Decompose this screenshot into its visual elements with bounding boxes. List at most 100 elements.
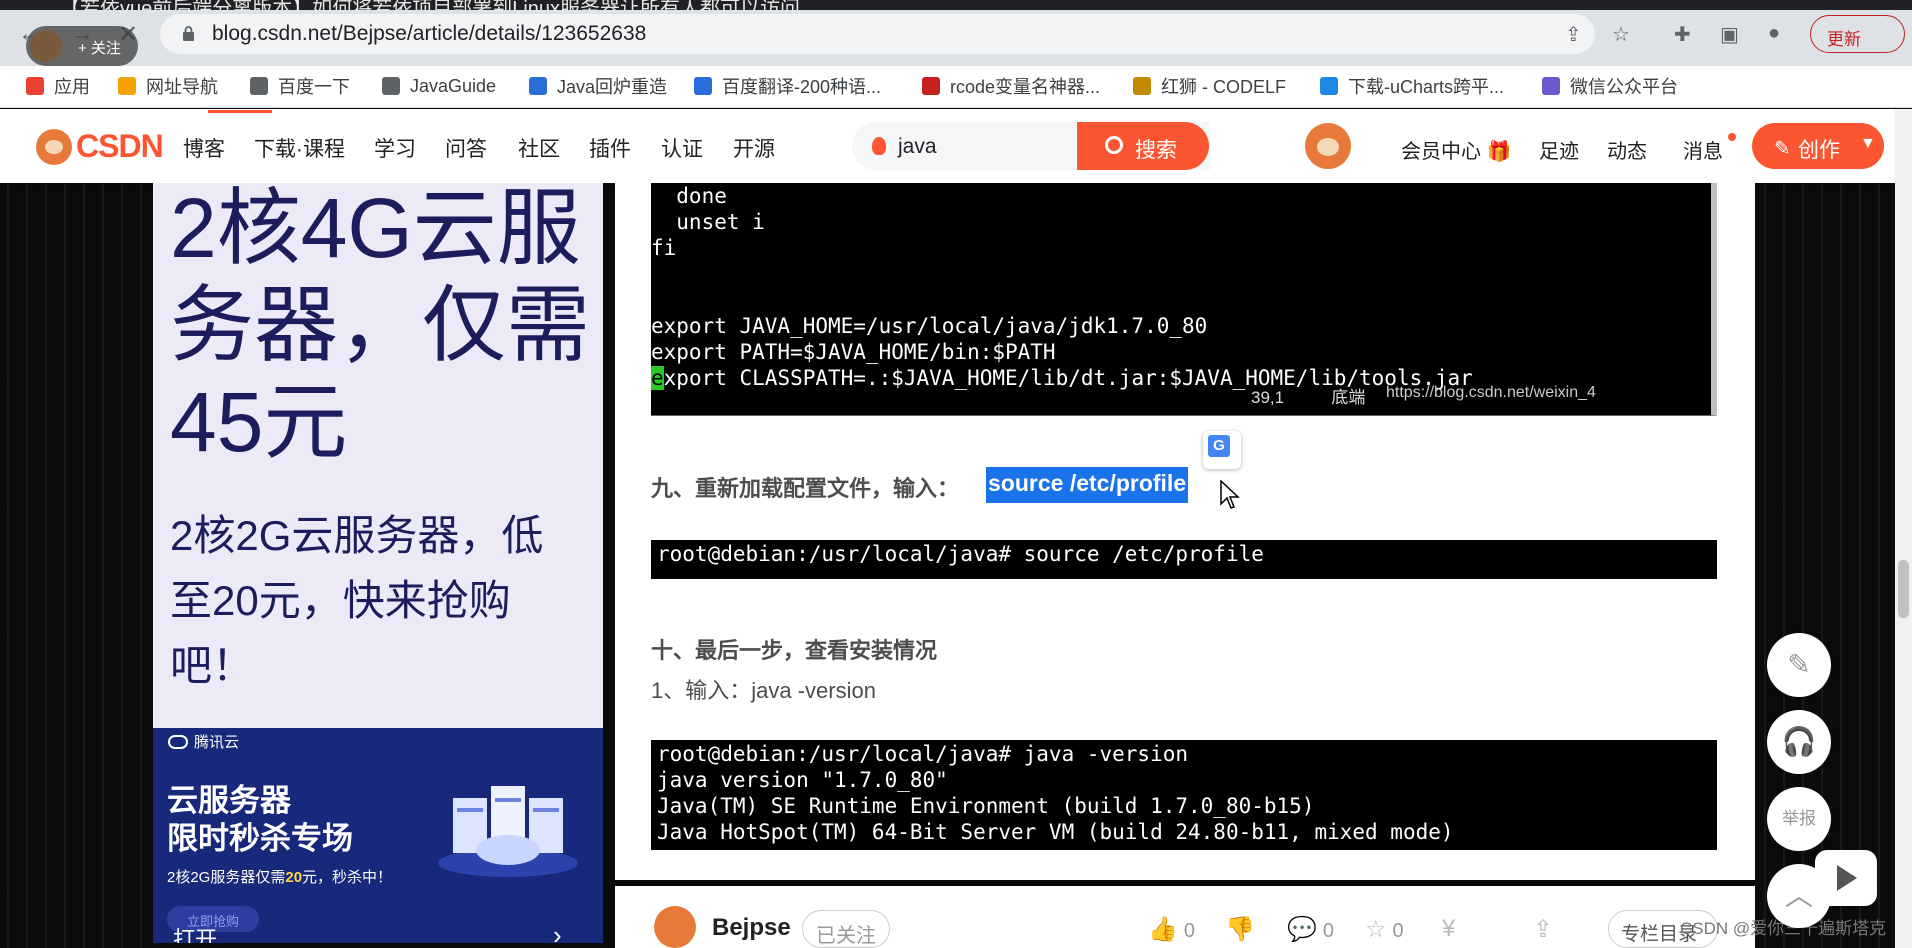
bookmark-item[interactable]: 网址导航	[118, 73, 218, 99]
follow-pill[interactable]: + 关注	[26, 26, 138, 66]
comment-button[interactable]: 💬 0	[1287, 915, 1334, 944]
bookmark-item[interactable]: Java回炉重造	[529, 73, 667, 99]
bookmark-item[interactable]: JavaGuide	[382, 73, 496, 99]
csdn-logo[interactable]: CSDN	[36, 128, 164, 165]
update-button[interactable]: 更新	[1810, 15, 1905, 53]
hot-flame-icon	[872, 137, 886, 155]
avatar	[30, 30, 62, 62]
comment-icon: 💬	[1287, 916, 1317, 943]
bookmark-item[interactable]: 红狮 - CODELF	[1133, 73, 1286, 99]
bookmark-favicon-icon	[922, 77, 940, 95]
edit-float-button[interactable]: ✎	[1767, 633, 1831, 697]
author-name[interactable]: Bejpse	[712, 914, 791, 942]
terminal-screenshot-profile: done unset i fi export JAVA_HOME=/usr/loc…	[651, 183, 1717, 416]
bookmark-label: 网址导航	[146, 77, 218, 97]
right-nav-item[interactable]: 会员中心 🎁	[1401, 135, 1511, 164]
scrollbar-thumb[interactable]	[1898, 560, 1909, 618]
translate-icon[interactable]	[1203, 431, 1241, 469]
page-scrollbar[interactable]	[1895, 109, 1912, 948]
sidepanel-icon[interactable]: ▣	[1720, 22, 1739, 47]
ad-headline[interactable]: 2核4G云服务器，仅需45元	[170, 180, 590, 471]
search-button[interactable]: 搜索	[1077, 122, 1209, 170]
nav-item[interactable]: 学习	[374, 133, 416, 163]
tencent-ad[interactable]: 腾讯云 云服务器 限时秒杀专场 2核2G服务器仅需20元，秒杀中！ 立即抢购 打开…	[153, 728, 603, 943]
url-text[interactable]: blog.csdn.net/Bejpse/article/details/123…	[212, 22, 646, 46]
nav-item[interactable]: 博客	[183, 133, 225, 163]
tencent-cloud-logo: 腾讯云	[168, 731, 239, 752]
chevron-right-icon[interactable]: ›	[553, 920, 562, 943]
terminal-line: java version "1.7.0_80"	[657, 768, 948, 792]
share-icon[interactable]: ⇪	[1565, 22, 1582, 47]
star-icon: ☆	[1365, 916, 1387, 943]
bookmark-item[interactable]: 微信公众平台	[1542, 73, 1678, 99]
logo-text: CSDN	[76, 128, 164, 164]
report-float-button[interactable]: 举报	[1767, 787, 1831, 851]
bookmark-item[interactable]: 百度一下	[250, 73, 350, 99]
ad2-promo: 2核2G服务器仅需20元，秒杀中！	[167, 866, 392, 887]
pen-icon: ✎	[1774, 138, 1791, 160]
right-nav-item[interactable]: 消息	[1683, 135, 1723, 164]
terminal-line: root@debian:/usr/local/java# source /etc…	[657, 542, 1264, 566]
ad-open-button[interactable]: 打开	[173, 922, 217, 943]
support-float-button[interactable]: 🎧	[1767, 710, 1831, 774]
user-avatar[interactable]	[1305, 123, 1351, 169]
tab-title[interactable]: 【若依vue前后端分离版本】如何将若依项目部署到Linux服务器让所有人都可以访…	[60, 0, 800, 10]
reward-button[interactable]: ¥	[1442, 915, 1461, 943]
dislike-button[interactable]: 👎	[1225, 915, 1261, 944]
headset-icon: 🎧	[1781, 726, 1817, 757]
nav-item[interactable]: 问答	[445, 133, 487, 163]
followed-button[interactable]: 已关注	[802, 910, 890, 948]
cloud-icon	[168, 734, 188, 749]
bookmark-favicon-icon	[26, 77, 44, 95]
bookmark-item[interactable]: 下载-uCharts跨平...	[1320, 73, 1504, 99]
bookmark-favicon-icon	[250, 77, 268, 95]
terminal-line: Java(TM) SE Runtime Environment (build 1…	[657, 794, 1315, 818]
search-value[interactable]: java	[898, 135, 937, 159]
bookmark-item[interactable]: 应用	[26, 73, 90, 99]
bookmark-label: 百度一下	[278, 77, 350, 97]
ad2-title-line2: 限时秒杀专场	[167, 821, 353, 856]
create-button[interactable]: ✎ 创作 ▼	[1752, 123, 1884, 169]
bookmark-label: JavaGuide	[410, 75, 497, 96]
right-nav-item[interactable]: 足迹	[1539, 135, 1579, 164]
promo-price: 20	[285, 869, 303, 886]
monkey-icon	[36, 128, 72, 165]
star-button[interactable]: ☆ 0	[1365, 915, 1404, 944]
right-nav-item[interactable]: 动态	[1607, 135, 1647, 164]
extensions-icon[interactable]: ✚	[1674, 22, 1691, 47]
bookmark-item[interactable]: 百度翻译-200种语...	[694, 73, 881, 99]
selected-command[interactable]: source /etc/profile	[986, 467, 1189, 503]
ad2-title-line1: 云服务器	[167, 783, 291, 818]
message-dot	[1728, 133, 1736, 141]
terminal-line: done	[651, 184, 727, 208]
image-watermark: https://blog.csdn.net/weixin_4	[1386, 384, 1596, 401]
yen-icon: ¥	[1442, 915, 1456, 942]
nav-item[interactable]: 插件	[589, 133, 631, 163]
promo-prefix: 2核2G服务器仅需	[167, 869, 286, 886]
mouse-cursor-icon	[1220, 480, 1240, 509]
nav-item[interactable]: 认证	[661, 133, 703, 163]
terminal-screenshot-version: root@debian:/usr/local/java# java -versi…	[651, 740, 1717, 850]
edit-icon: ✎	[1787, 649, 1811, 680]
share-button[interactable]: ⇪	[1533, 915, 1559, 944]
nav-item[interactable]: 社区	[518, 133, 560, 163]
profile-icon[interactable]: ●	[1768, 22, 1780, 45]
bookmark-item[interactable]: rcode变量名神器...	[922, 73, 1100, 99]
nav-item[interactable]: 开源	[733, 133, 775, 163]
star-icon[interactable]: ☆	[1612, 22, 1630, 47]
terminal-screenshot-source: root@debian:/usr/local/java# source /etc…	[651, 540, 1717, 579]
bookmark-favicon-icon	[1542, 77, 1560, 95]
ad2-title: 云服务器 限时秒杀专场	[167, 782, 353, 858]
like-button[interactable]: 👍 0	[1148, 915, 1195, 944]
bookmark-favicon-icon	[694, 77, 712, 95]
ad-subline[interactable]: 2核2G云服务器，低至20元，快来抢购吧！	[170, 503, 580, 698]
bookmark-favicon-icon	[1320, 77, 1338, 95]
bookmark-favicon-icon	[529, 77, 547, 95]
author-avatar[interactable]	[654, 906, 696, 948]
thumb-down-icon: 👎	[1225, 916, 1255, 943]
brand-label: 腾讯云	[194, 734, 240, 751]
search-button-label: 搜索	[1135, 139, 1177, 162]
bookmark-label: 红狮 - CODELF	[1161, 77, 1287, 97]
nav-item[interactable]: 下载·课程	[254, 133, 345, 163]
video-play-icon[interactable]	[1815, 850, 1877, 906]
